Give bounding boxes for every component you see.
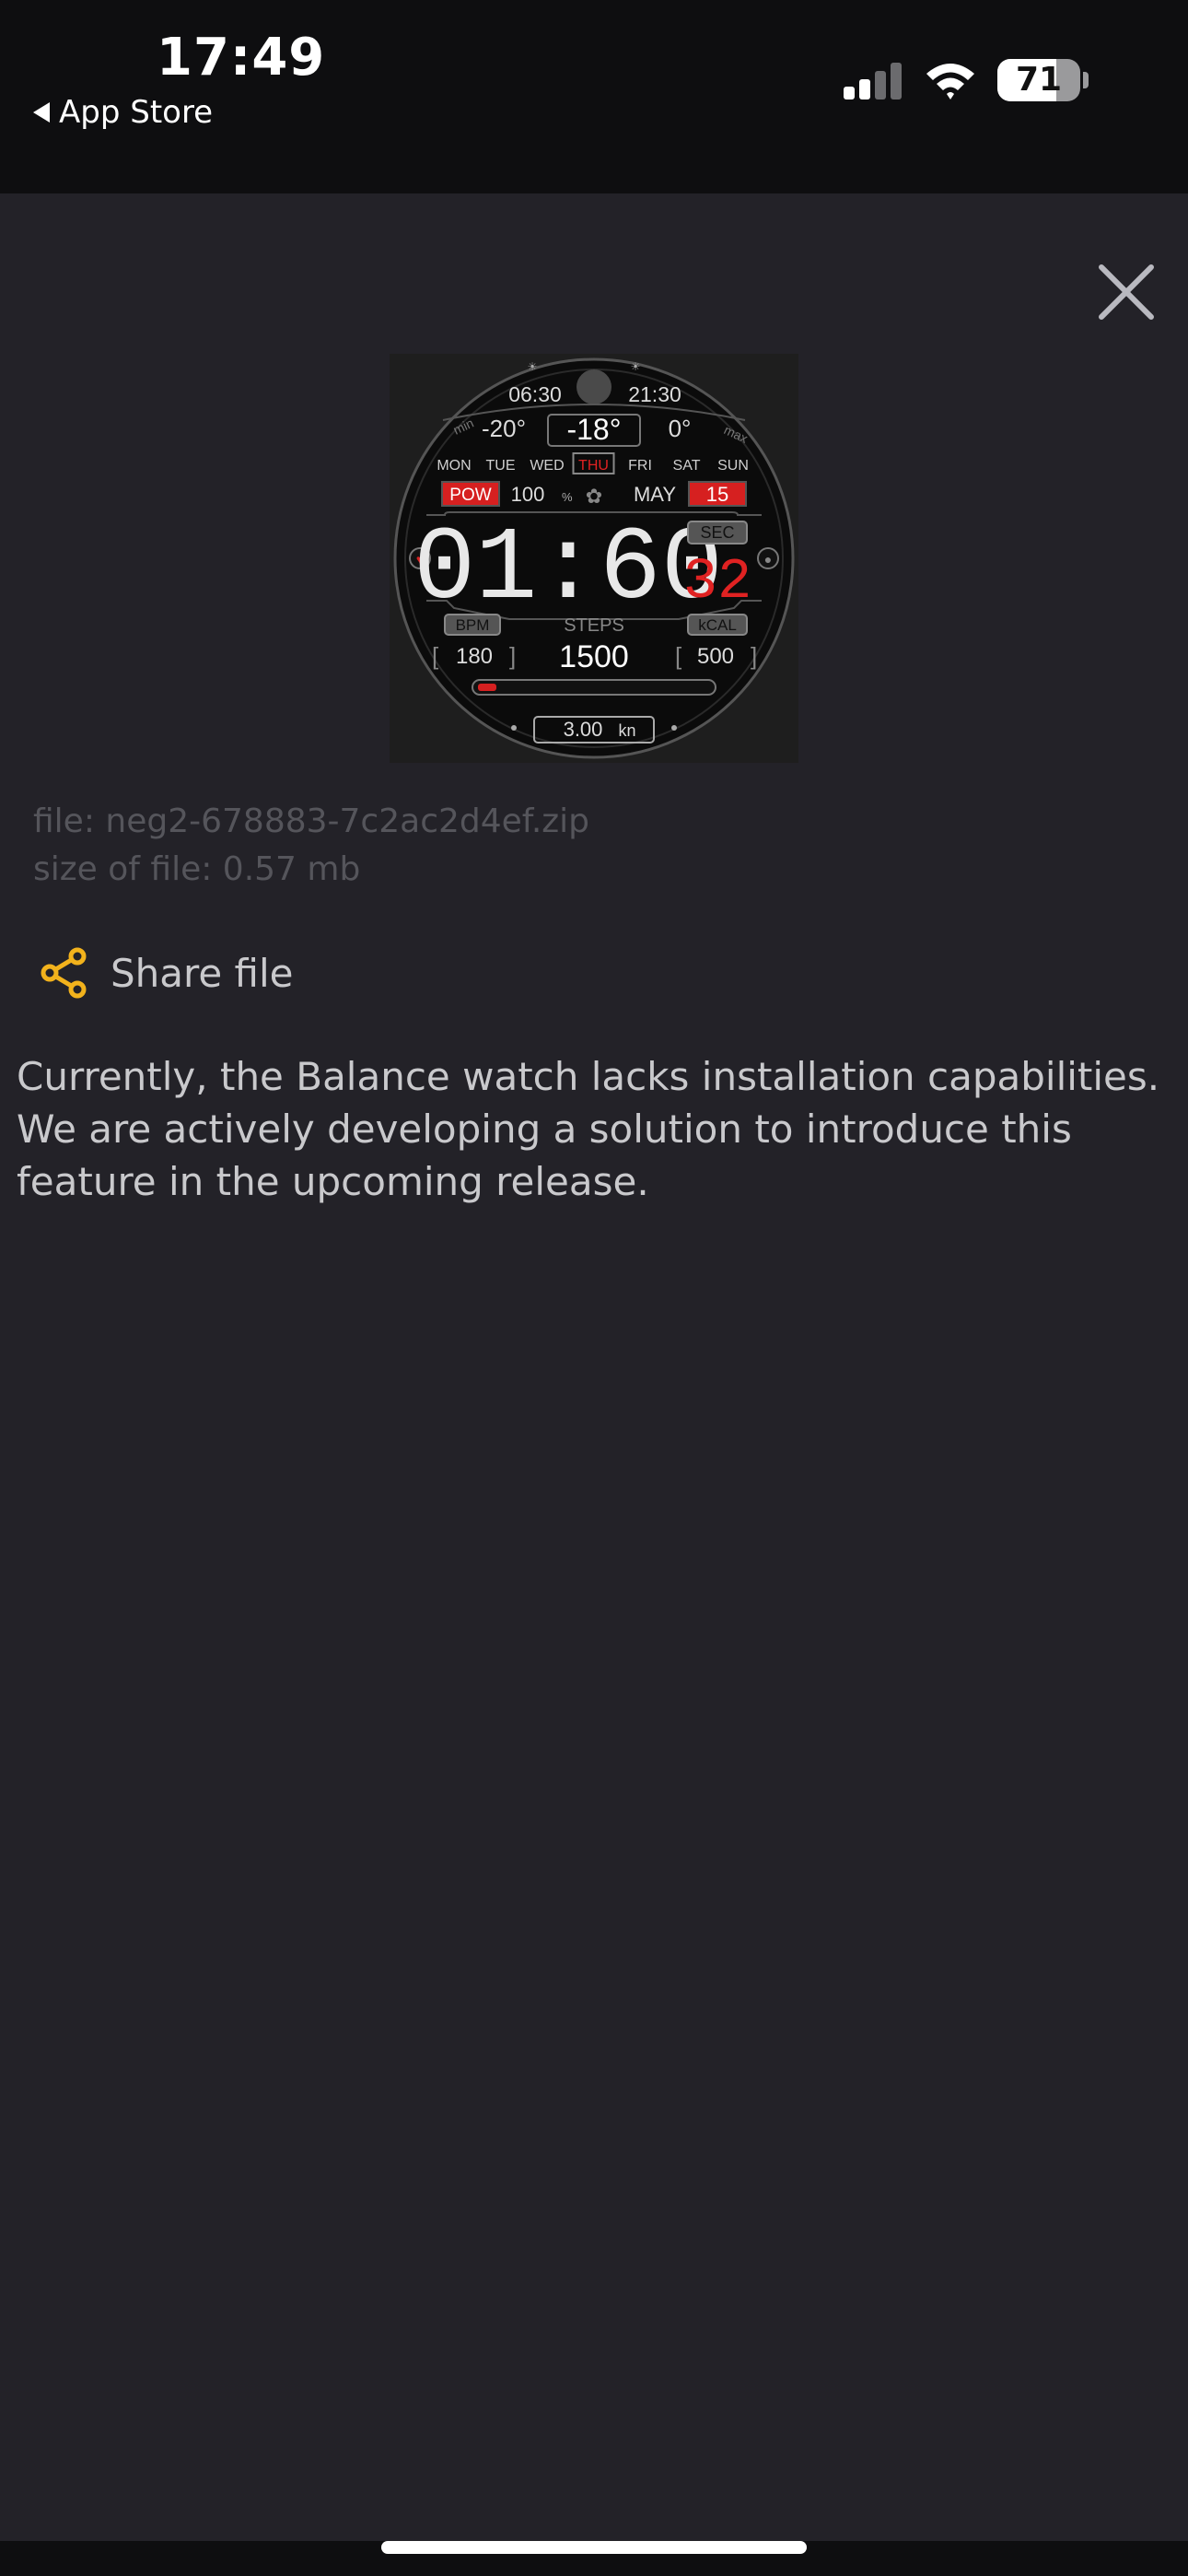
share-file-button[interactable]: Share file [37,947,294,999]
pow-tree-icon: ✿ [586,485,602,508]
back-to-app-store[interactable]: App Store [33,94,213,131]
pow-unit: % [562,490,573,504]
file-info: file: neg2-678883-7c2ac2d4ef.zip size of… [33,798,589,894]
distance-unit: kn [618,721,635,740]
steps-label: STEPS [564,615,624,636]
seconds: 32 [683,549,751,615]
main-time: 01:60 [413,511,723,628]
installation-notice: Currently, the Balance watch lacks insta… [17,1054,1160,1204]
date: 15 [706,483,728,506]
temp-min: -20° [482,415,526,442]
temp-current: -18° [566,413,621,446]
status-bar: 17:49 App Store 71 [0,0,1188,193]
share-icon [41,947,87,999]
bpm-label: BPM [456,616,490,634]
day-wed: WED [530,458,564,474]
bpm-value: 180 [456,644,493,669]
back-label: App Store [59,94,214,131]
cellular-signal-icon [844,63,902,100]
share-file-label: Share file [111,950,294,996]
status-time: 17:49 [157,28,326,88]
pow-value: 100 [511,483,545,506]
day-thu: THU [578,458,609,474]
day-tue: TUE [486,458,516,474]
day-fri: FRI [628,458,652,474]
bpm-bracket-left: [ [432,642,439,670]
watch-face-preview: ☀ ☀ 06:30 21:30 min -20° -18° 0° max MON… [390,354,798,763]
close-button[interactable] [1094,260,1159,324]
wifi-icon [926,64,974,100]
progress-bar [472,679,716,696]
kcal-label: kCAL [698,616,737,634]
back-arrow-icon [33,102,50,123]
home-indicator[interactable] [381,2541,807,2554]
sunrise-icon: ☀ [528,360,538,373]
file-name: file: neg2-678883-7c2ac2d4ef.zip [33,802,590,840]
pow-label: POW [449,486,491,505]
distance-value: 3.00 [564,718,603,741]
day-sat: SAT [673,458,701,474]
kcal-bracket-left: [ [675,642,682,670]
file-size: size of file: 0.57 mb [33,850,361,888]
sunset-time: 21:30 [628,382,681,406]
moon-icon [577,369,611,404]
sunrise-time: 06:30 [508,382,562,406]
battery-level: 71 [1015,61,1063,99]
battery-icon: 71 [997,59,1080,101]
sunset-icon: ☀ [631,360,641,373]
bpm-bracket-right: ] [509,642,516,670]
kcal-bracket-right: ] [751,642,757,670]
battery-cap [1083,72,1089,88]
day-sun: SUN [717,458,749,474]
sec-label: SEC [700,523,734,542]
kcal-value: 500 [697,644,734,669]
temp-max: 0° [669,415,692,442]
steps-value: 1500 [559,639,629,674]
drop-icon: ● [764,552,772,567]
day-mon: MON [437,458,471,474]
progress-fill [478,684,496,691]
month: MAY [634,483,676,506]
